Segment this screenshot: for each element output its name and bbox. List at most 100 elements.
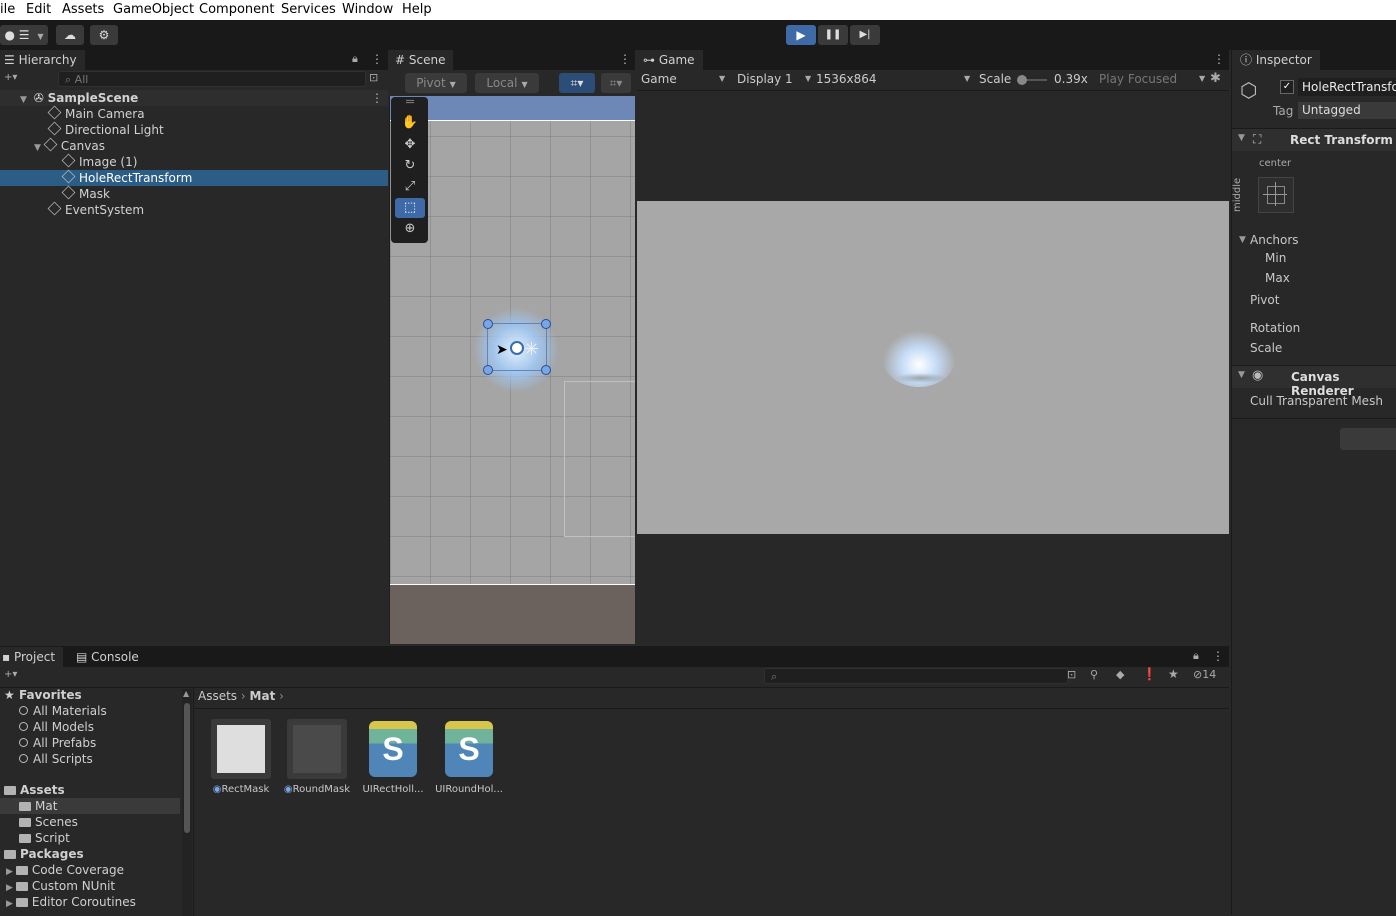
anchors-label[interactable]: Anchors [1250,233,1299,247]
shader-file-icon[interactable]: S [445,721,493,777]
favorites-header[interactable]: ★ Favorites [4,687,82,703]
gizmo-handle[interactable] [541,365,551,375]
collapse-triangle-icon[interactable]: ▼ [1238,133,1245,143]
menu-window[interactable]: Window [342,2,393,17]
package-item[interactable]: ▶ Custom NUnit [6,878,115,894]
hierarchy-item[interactable]: ▼ Canvas [34,137,105,154]
favorite-item[interactable]: All Materials [19,703,107,719]
account-dropdown[interactable]: ● ☰ ▼ [0,25,48,45]
hidden-packages-toggle[interactable]: ⊘14 [1193,668,1216,681]
expand-triangle-icon[interactable]: ▼ [34,143,41,153]
rotate-tool-icon[interactable]: ↻ [395,156,425,176]
scroll-up-icon[interactable]: ▲ [183,689,189,698]
star-icon[interactable]: ★ [1168,667,1179,681]
search-filter-icon[interactable]: ⊡ [369,71,378,84]
menu-gameobject[interactable]: GameObject [113,2,194,17]
gizmo-handle[interactable] [541,319,551,329]
hierarchy-item[interactable]: EventSystem [47,201,144,218]
more-options-icon[interactable]: ⋮ [619,52,631,66]
scrollbar-thumb[interactable] [184,703,190,833]
gameobject-large-icon[interactable]: ⬡ [1240,78,1257,102]
rect-transform-header[interactable]: ▼ ⛶ Rect Transform [1232,128,1396,151]
menu-help[interactable]: Help [402,2,432,17]
asset-label[interactable]: ◉RectMask [203,784,279,795]
scene-options-icon[interactable]: ⋮ [371,90,383,106]
gizmos-bug-icon[interactable]: ✱ [1210,71,1221,86]
expand-triangle-icon[interactable]: ▶ [6,883,13,893]
expand-triangle-icon[interactable]: ▶ [6,899,13,909]
package-item[interactable]: ▶ Editor Coroutines [6,894,136,910]
play-focused-dropdown[interactable]: Play Focused ▼ [1099,70,1205,88]
folder-item-selected[interactable]: Mat [0,798,180,814]
hierarchy-item-selected[interactable]: HoleRectTransform [0,169,388,186]
filter-icon[interactable]: ⚲ [1090,668,1098,681]
object-name-field[interactable]: HoleRectTransfo [1298,78,1396,96]
project-search-input[interactable]: ⌕ [764,668,1068,684]
more-options-icon[interactable]: ⋮ [371,52,383,66]
anchor-preset-button[interactable] [1258,177,1294,213]
hierarchy-item[interactable]: Main Camera [47,105,145,122]
package-item[interactable]: ▶ Code Coverage [6,862,124,878]
local-dropdown[interactable]: Local ▼ [475,73,539,93]
asset-tile[interactable] [211,719,271,779]
add-object-dropdown[interactable]: +▾ [4,72,17,83]
packages-header[interactable]: Packages [4,846,84,862]
tab-hierarchy[interactable]: ☰ Hierarchy [0,50,85,70]
step-button[interactable]: ▶| [850,25,880,45]
label-icon[interactable]: ◆ [1116,668,1124,681]
collapse-triangle-icon[interactable]: ▼ [1239,235,1246,245]
hierarchy-item[interactable]: Directional Light [47,121,164,138]
display-dropdown[interactable]: Display 1 ▼ [737,70,811,88]
increment-snap-toggle[interactable]: ⌗▾ [601,73,631,93]
pause-button[interactable]: ❚❚ [818,25,848,45]
gizmo-handle[interactable] [483,319,493,329]
folder-item[interactable]: Script [19,830,70,846]
tab-scene[interactable]: # Scene [389,50,454,70]
menu-services[interactable]: Services [281,2,336,17]
assets-header[interactable]: Assets [4,782,65,798]
folder-item[interactable]: Scenes [19,814,78,830]
game-viewport[interactable] [637,201,1229,534]
search-by-type-icon[interactable]: ⊡ [1067,668,1076,681]
game-mode-dropdown[interactable]: Game ▼ [641,70,725,88]
favorite-item[interactable]: All Scripts [19,751,93,767]
breadcrumb-mat[interactable]: Mat [250,689,276,703]
menu-component[interactable]: Component [199,2,274,17]
hierarchy-item[interactable]: Mask [61,185,110,202]
resolution-dropdown[interactable]: 1536x864 ▼ [816,70,970,88]
hand-tool-icon[interactable]: ✋ [395,113,425,133]
scale-slider-knob[interactable] [1017,75,1027,85]
collapse-triangle-icon[interactable]: ▼ [1238,370,1245,380]
tag-dropdown[interactable]: Untagged [1298,102,1396,119]
cull-transparent-mesh-label[interactable]: Cull Transparent Mesh [1250,394,1383,408]
gizmo-handle[interactable] [483,365,493,375]
favorite-item[interactable]: All Prefabs [19,735,96,751]
add-component-button[interactable] [1340,428,1396,450]
canvas-renderer-header[interactable]: ▼ ◉ Canvas Renderer [1232,365,1396,398]
scene-row[interactable]: ▼ ✇ SampleScene ⋮ [0,90,388,106]
asset-label[interactable]: UIRectHoll... [355,784,431,795]
tab-game[interactable]: ⊶ Game [637,50,703,70]
play-button[interactable]: ▶ [786,25,816,45]
shader-file-icon[interactable]: S [369,721,417,777]
active-checkbox[interactable]: ✓ [1280,80,1294,94]
menu-assets[interactable]: Assets [62,2,104,17]
lock-icon[interactable]: 🔒︎ [1193,649,1199,663]
asset-tile[interactable] [287,719,347,779]
more-options-icon[interactable]: ⋮ [1212,649,1224,663]
transform-tool-icon[interactable]: ⊕ [395,219,425,239]
menu-edit[interactable]: Edit [26,2,51,17]
asset-label[interactable]: UIRoundHol... [431,784,507,795]
hierarchy-search-input[interactable]: ⌕ All [58,71,366,87]
lock-icon[interactable]: 🔒︎ [352,52,358,66]
pivot-handle[interactable] [510,341,524,355]
grid-snap-toggle[interactable]: ⌗▾ [559,73,595,93]
create-asset-dropdown[interactable]: +▾ [4,669,17,680]
cloud-button[interactable]: ☁ [56,25,84,45]
rect-tool-icon[interactable]: ⬚ [395,198,425,218]
asset-label[interactable]: ◉RoundMask [279,784,355,795]
scale-tool-icon[interactable]: ⤢ [395,177,425,197]
expand-triangle-icon[interactable]: ▼ [20,95,27,105]
menu-file[interactable]: ile [0,2,15,17]
move-tool-icon[interactable]: ✥ [395,135,425,155]
